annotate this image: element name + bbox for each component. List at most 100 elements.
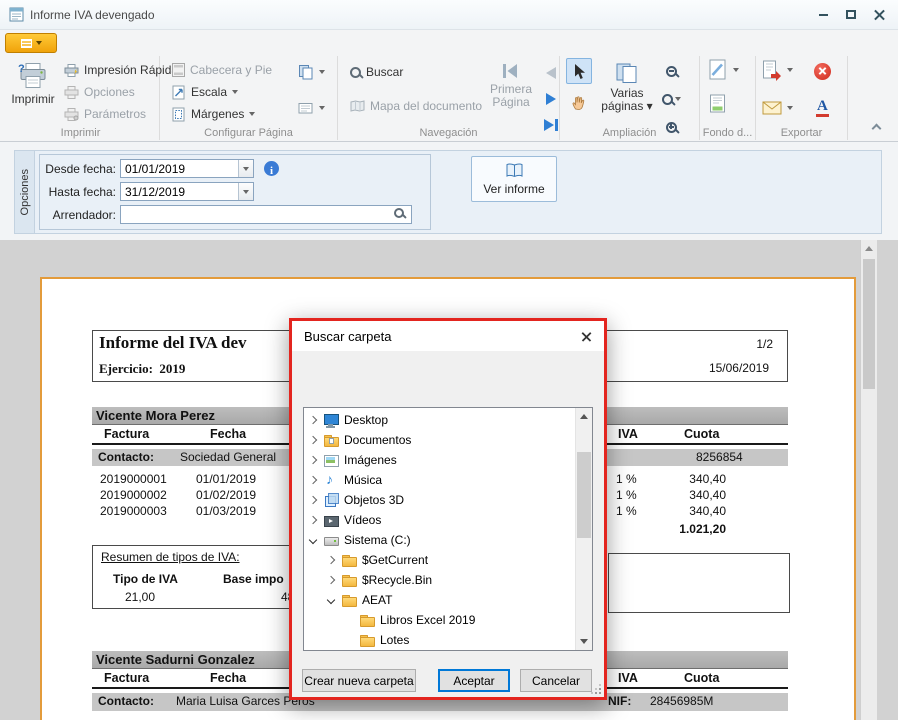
new-folder-button[interactable]: Crear nueva carpeta bbox=[302, 669, 416, 692]
primera-pagina-button[interactable]: Primera Página bbox=[484, 58, 538, 124]
arrendador-input[interactable] bbox=[120, 205, 412, 224]
cancel-button[interactable]: Cancelar bbox=[520, 669, 592, 692]
tree-item-documentos[interactable]: Documentos bbox=[304, 430, 592, 450]
tree-item-libros-excel[interactable]: Libros Excel 2019 bbox=[304, 610, 592, 630]
scroll-down-button[interactable] bbox=[576, 633, 592, 650]
app-menu-button[interactable] bbox=[5, 33, 57, 53]
chevron-right-icon[interactable] bbox=[309, 436, 317, 444]
app-icon bbox=[9, 7, 24, 22]
svg-text:?: ? bbox=[18, 63, 25, 75]
resize-grip[interactable] bbox=[592, 685, 602, 695]
page-color-button[interactable] bbox=[709, 94, 727, 114]
report-icon bbox=[505, 163, 524, 179]
chevron-right-icon[interactable] bbox=[309, 456, 317, 464]
music-folder-icon bbox=[323, 472, 339, 488]
chevron-down-icon[interactable] bbox=[327, 596, 335, 604]
window-title: Informe IVA devengado bbox=[30, 8, 155, 22]
buscar-button[interactable]: Buscar bbox=[350, 62, 403, 82]
dropdown-arrow-icon bbox=[243, 167, 249, 171]
maximize-button[interactable] bbox=[838, 5, 864, 24]
chevron-right-icon[interactable] bbox=[309, 416, 317, 424]
arrendador-search-icon[interactable] bbox=[394, 208, 404, 218]
scroll-up-button[interactable] bbox=[861, 240, 877, 257]
export-icon bbox=[762, 60, 782, 81]
tree-item-aeat[interactable]: AEAT bbox=[304, 590, 592, 610]
options-tab[interactable]: Opciones bbox=[15, 151, 35, 233]
hand-icon bbox=[571, 95, 587, 111]
tree-scrollbar-thumb[interactable] bbox=[577, 452, 591, 538]
opciones-button[interactable]: Opciones bbox=[64, 82, 135, 102]
collapse-ribbon-button[interactable] bbox=[866, 120, 886, 136]
preview-scrollbar-thumb[interactable] bbox=[863, 259, 875, 389]
arrendador-row: Arrendador: bbox=[40, 205, 430, 225]
hasta-fecha-dropdown-button[interactable] bbox=[238, 183, 253, 200]
tree-item-label: Música bbox=[344, 473, 382, 487]
tree-item-lotes[interactable]: Lotes bbox=[304, 630, 592, 650]
accept-button[interactable]: Aceptar bbox=[438, 669, 510, 692]
page-layout-button[interactable] bbox=[298, 62, 325, 82]
dropdown-arrow-icon bbox=[319, 70, 325, 74]
escala-button[interactable]: Escala bbox=[172, 82, 238, 102]
watermark-button[interactable] bbox=[708, 60, 739, 80]
folder-icon bbox=[341, 552, 357, 568]
mapa-documento-button[interactable]: Mapa del documento bbox=[350, 96, 482, 116]
parametros-button[interactable]: Parámetros bbox=[64, 104, 146, 124]
desde-fecha-dropdown-button[interactable] bbox=[238, 160, 253, 177]
page-setup-button[interactable] bbox=[298, 98, 325, 118]
chevron-right-icon[interactable] bbox=[309, 516, 317, 524]
close-preview-button[interactable] bbox=[814, 61, 831, 81]
cabecera-pie-button[interactable]: Cabecera y Pie bbox=[172, 60, 272, 80]
zoom-out-button[interactable] bbox=[658, 58, 684, 84]
export-document-button[interactable] bbox=[762, 60, 793, 80]
folder-icon bbox=[341, 592, 357, 608]
tree-scrollbar[interactable] bbox=[575, 408, 592, 650]
send-email-button[interactable] bbox=[762, 98, 793, 118]
varias-paginas-button[interactable]: Varias páginas ▾ bbox=[600, 58, 654, 124]
options-tab-label: Opciones bbox=[19, 169, 31, 215]
minimize-icon bbox=[819, 14, 828, 16]
group-label-configurar: Configurar Página bbox=[160, 127, 337, 139]
tree-item-label: Imágenes bbox=[344, 453, 397, 467]
pointer-tool-button[interactable] bbox=[566, 58, 592, 84]
hand-tool-button[interactable] bbox=[566, 90, 592, 116]
zoom-button[interactable] bbox=[658, 86, 684, 112]
letter-a-icon: A bbox=[816, 99, 829, 117]
font-settings-button[interactable]: A bbox=[816, 98, 829, 118]
cabecera-pie-label: Cabecera y Pie bbox=[190, 63, 272, 77]
chevron-right-icon[interactable] bbox=[327, 556, 335, 564]
options-area: Opciones Desde fecha: 01/01/2019 Hasta f… bbox=[0, 142, 898, 240]
close-button[interactable] bbox=[866, 5, 892, 24]
section1-total: 1.021,20 bbox=[632, 522, 726, 536]
chevron-right-icon[interactable] bbox=[309, 476, 317, 484]
ejercicio-line: Ejercicio: 2019 bbox=[99, 361, 185, 377]
tree-item-desktop[interactable]: Desktop bbox=[304, 410, 592, 430]
chevron-up-icon bbox=[871, 123, 881, 133]
document-map-icon bbox=[350, 100, 365, 112]
tree-item-getcurrent[interactable]: $GetCurrent bbox=[304, 550, 592, 570]
arrendador-label: Arrendador: bbox=[42, 208, 116, 222]
minimize-button[interactable] bbox=[810, 5, 836, 24]
tree-item-imagenes[interactable]: Imágenes bbox=[304, 450, 592, 470]
info-icon[interactable] bbox=[264, 161, 279, 176]
chevron-right-icon[interactable] bbox=[327, 576, 335, 584]
desde-fecha-combobox[interactable]: 01/01/2019 bbox=[120, 159, 254, 178]
margenes-button[interactable]: Márgenes bbox=[172, 104, 255, 124]
tree-item-sistema-c[interactable]: Sistema (C:) bbox=[304, 530, 592, 550]
chevron-right-icon[interactable] bbox=[309, 496, 317, 504]
imprimir-button[interactable]: ? Imprimir bbox=[6, 58, 60, 124]
tree-item-recyclebin[interactable]: $Recycle.Bin bbox=[304, 570, 592, 590]
zoom-out-icon bbox=[666, 66, 677, 77]
tree-item-videos[interactable]: Vídeos bbox=[304, 510, 592, 530]
dropdown-arrow-icon bbox=[232, 90, 238, 94]
scroll-up-button[interactable] bbox=[576, 408, 592, 425]
group-label-imprimir: Imprimir bbox=[2, 127, 159, 139]
dialog-close-button[interactable] bbox=[568, 321, 604, 351]
hasta-fecha-combobox[interactable]: 31/12/2019 bbox=[120, 182, 254, 201]
ver-informe-button[interactable]: Ver informe bbox=[471, 156, 557, 202]
chevron-down-icon[interactable] bbox=[309, 536, 317, 544]
tree-item-musica[interactable]: Música bbox=[304, 470, 592, 490]
desktop-icon bbox=[323, 412, 339, 428]
ribbon: ? Imprimir Impresión Rápida Opciones Par… bbox=[0, 30, 898, 142]
tree-item-objetos3d[interactable]: Objetos 3D bbox=[304, 490, 592, 510]
preview-scrollbar[interactable] bbox=[860, 240, 877, 720]
